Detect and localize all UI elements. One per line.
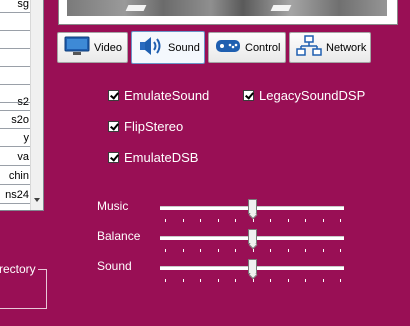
checkbox-checked-icon[interactable] [108,121,119,132]
network-icon [296,35,322,60]
slider-tick [182,279,184,282]
slider-tick [217,249,219,252]
slider-tick [217,219,219,222]
game-preview [58,0,398,25]
tab-sound[interactable]: Sound [131,31,205,64]
sound-slider-label: Sound [97,259,132,273]
slider-tick [235,279,236,282]
slider-tick [322,279,324,282]
monitor-icon [64,36,90,59]
checkbox-checked-icon[interactable] [108,90,119,101]
preview-image [67,0,387,16]
slider-tick [305,219,306,222]
flip-stereo-label: FlipStereo [124,119,184,134]
legacy-sound-dsp-label: LegacySoundDSP [259,88,366,103]
tab-network-label: Network [326,41,367,54]
slider-tick [270,219,271,222]
tab-control-label: Control [245,41,281,54]
checkbox-checked-icon[interactable] [243,90,254,101]
slider-tick [322,249,324,252]
list-item[interactable]: chin [0,167,30,185]
music-slider-thumb[interactable] [247,199,257,214]
slider-tick [305,279,306,282]
emulate-dsb-label: EmulateDSB [124,150,199,165]
checkbox-checked-icon[interactable] [108,152,119,163]
slider-tick [252,279,254,282]
legacy-sound-dsp-checkbox[interactable]: LegacySoundDSP [243,88,365,103]
emulate-sound-checkbox[interactable]: EmulateSound [108,88,209,103]
slider-tick [252,219,254,222]
flip-stereo-checkbox[interactable]: FlipStereo [108,119,183,134]
scroll-down-arrow-icon[interactable] [34,198,40,202]
directory-group-label: rectory [0,262,38,276]
list-item[interactable]: s2 [0,93,30,111]
music-slider-label: Music [97,199,129,213]
list-item[interactable] [0,67,30,85]
slider-tick [305,249,306,252]
slider-tick [340,219,341,222]
rom-list[interactable]: sg s2 s2o y va chin ns24 [0,0,44,211]
tab-control[interactable]: Control [208,32,286,63]
list-item[interactable] [0,49,30,67]
slider-tick [200,219,201,222]
sound-slider-ticks [165,279,341,283]
preview-detail [125,5,147,11]
slider-tick [252,249,254,252]
slider-tick [200,279,201,282]
list-item[interactable]: y [0,129,30,147]
slider-tick [165,249,166,252]
slider-tick [165,219,166,222]
slider-tick [287,279,289,282]
tab-video-label: Video [94,41,122,54]
balance-slider-thumb[interactable] [247,229,257,244]
slider-tick [182,249,184,252]
slider-tick [165,279,166,282]
slider-tick [270,249,271,252]
emulate-dsb-checkbox[interactable]: EmulateDSB [108,150,198,165]
slider-tick [217,279,219,282]
slider-tick [287,219,289,222]
speaker-icon [138,35,164,60]
slider-tick [340,279,341,282]
slider-tick [182,219,184,222]
tab-sound-label: Sound [168,41,200,54]
emulate-sound-label: EmulateSound [124,88,210,103]
slider-tick [200,249,201,252]
gamepad-icon [215,37,241,58]
list-item[interactable]: sg [0,0,30,13]
balance-slider-label: Balance [97,229,141,243]
slider-tick [322,219,324,222]
list-item[interactable] [0,31,30,49]
slider-tick [235,219,236,222]
list-item[interactable]: ns24 [0,186,30,204]
tab-network[interactable]: Network [289,32,371,63]
balance-slider-ticks [165,249,341,253]
sound-slider-thumb[interactable] [247,259,257,274]
slider-tick [340,249,341,252]
slider-tick [270,279,271,282]
music-slider-ticks [165,219,341,223]
slider-tick [287,249,289,252]
preview-detail [270,5,292,11]
list-item[interactable]: s2o [0,111,30,129]
list-item[interactable]: va [0,148,30,166]
tab-video[interactable]: Video [57,32,128,63]
list-item[interactable] [0,13,30,31]
list-scrollbar[interactable] [30,0,43,210]
slider-tick [235,249,236,252]
